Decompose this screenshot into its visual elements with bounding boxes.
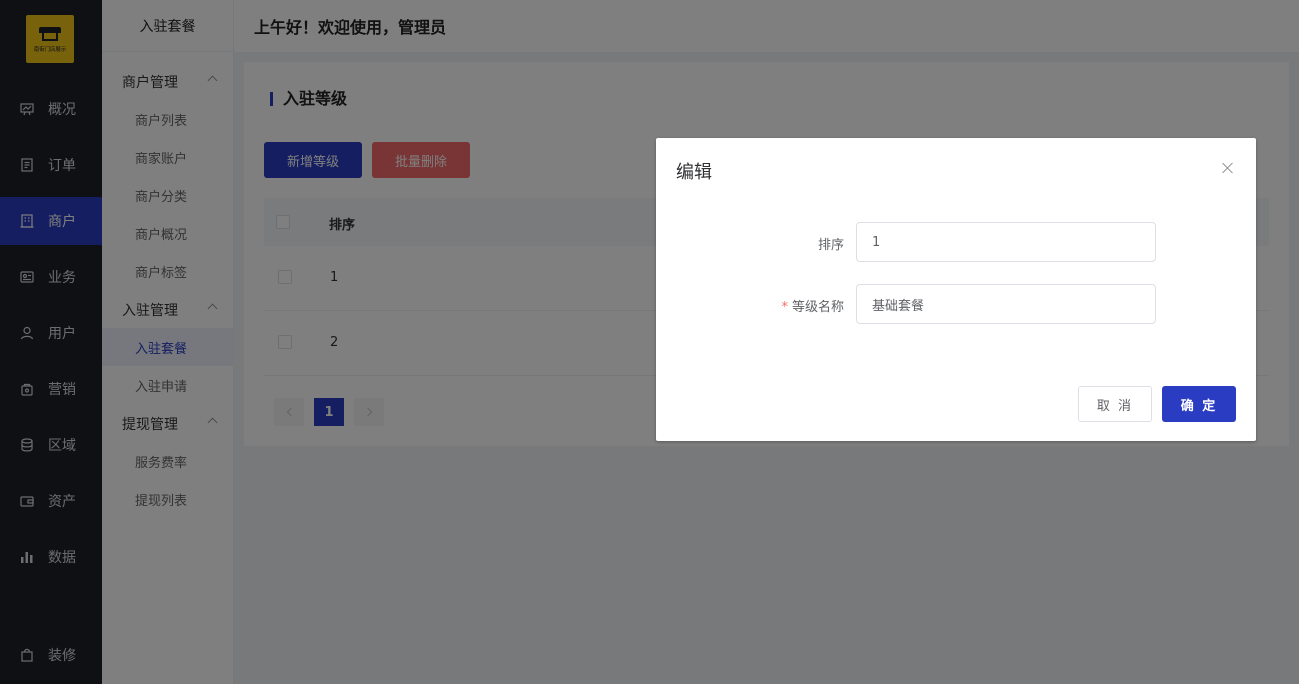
sort-label: 排序 (724, 234, 844, 253)
level-name-label: * 等级名称 (724, 296, 844, 315)
close-icon[interactable] (1222, 162, 1234, 174)
dialog-title: 编辑 (676, 162, 712, 183)
sort-input[interactable] (856, 222, 1156, 262)
edit-dialog: 编辑 排序 *等级名称 取 消 确 定 (656, 138, 1256, 441)
level-name-label-text: 等级名称 (791, 300, 844, 315)
required-asterisk: * (781, 300, 788, 315)
level-name-input[interactable] (856, 284, 1156, 324)
confirm-button[interactable]: 确 定 (1162, 386, 1236, 422)
sort-label-text: 排序 (817, 238, 844, 253)
cancel-button[interactable]: 取 消 (1078, 386, 1152, 422)
